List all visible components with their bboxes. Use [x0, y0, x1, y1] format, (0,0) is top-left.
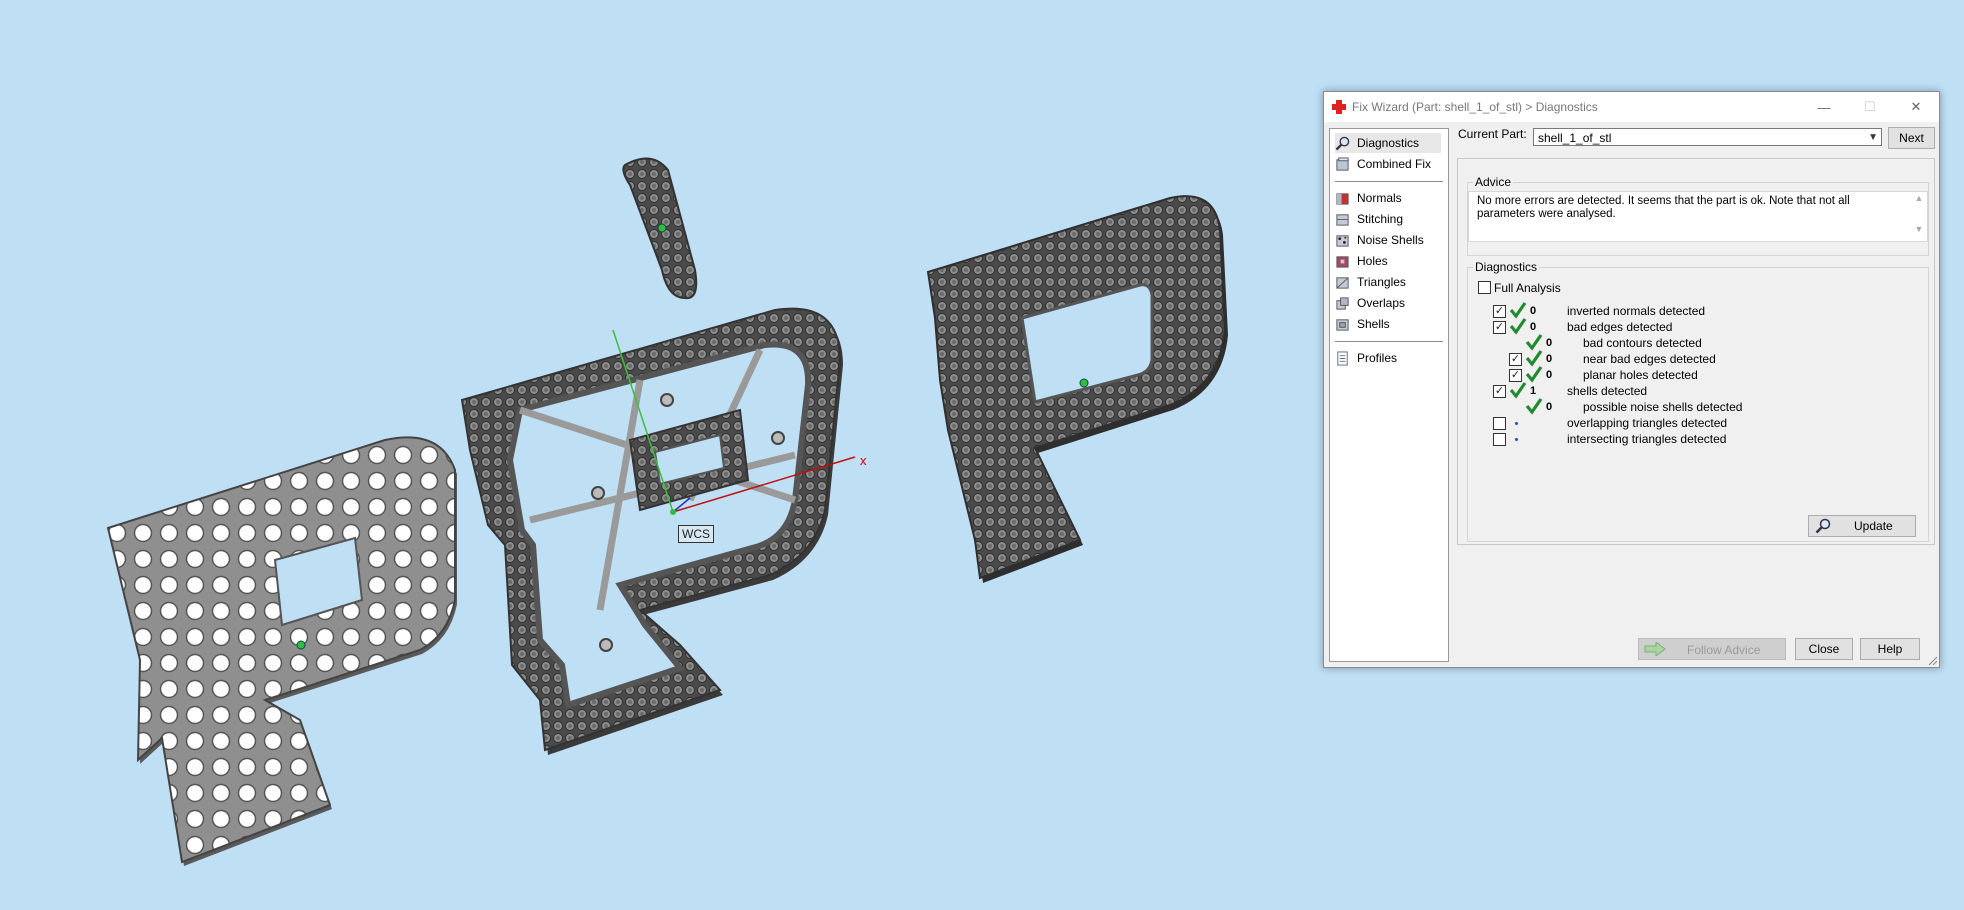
- dialog-title: Fix Wizard (Part: shell_1_of_stl) > Diag…: [1352, 100, 1598, 114]
- diagnostic-count: 0: [1546, 369, 1553, 381]
- diagnostic-label: shells detected: [1567, 384, 1648, 398]
- minimize-button[interactable]: —: [1801, 92, 1847, 122]
- diagnostic-label: planar holes detected: [1583, 368, 1698, 382]
- magnifier-icon: [1815, 518, 1831, 534]
- sidebar-divider: [1335, 341, 1443, 342]
- diagnostic-label: bad contours detected: [1583, 336, 1702, 350]
- close-window-button[interactable]: ✕: [1893, 92, 1939, 122]
- sidebar-item-shells[interactable]: Shells: [1335, 314, 1390, 334]
- diagnostic-checkbox[interactable]: ✓: [1509, 353, 1522, 366]
- sidebar-item-overlaps[interactable]: Overlaps: [1335, 293, 1405, 313]
- cube-icon: [1336, 156, 1349, 171]
- follow-advice-label: Follow Advice: [1687, 643, 1761, 657]
- diagnostic-count: 0: [1546, 353, 1553, 365]
- sidebar-item-label: Normals: [1357, 191, 1402, 205]
- update-label: Update: [1854, 519, 1893, 533]
- chevron-down-icon: ▼: [1868, 132, 1878, 143]
- diagnostic-count: 0: [1546, 401, 1553, 413]
- sidebar-item-label: Profiles: [1357, 351, 1398, 365]
- sidebar-item-profiles[interactable]: Profiles: [1335, 348, 1397, 368]
- next-button[interactable]: Next: [1888, 127, 1935, 149]
- advice-text-line: parameters were analysed.: [1477, 208, 1616, 220]
- beaded-p-model[interactable]: [926, 195, 1228, 584]
- maximize-button[interactable]: ☐: [1847, 92, 1893, 122]
- holes-icon: [1336, 255, 1349, 268]
- diagnostics-title: Diagnostics: [1473, 260, 1540, 274]
- app-cross-icon: [1332, 100, 1346, 114]
- sidebar-item-combined-fix[interactable]: Combined Fix: [1335, 154, 1431, 174]
- scroll-up-icon: ▲: [1914, 193, 1924, 203]
- fix-wizard-dialog: Fix Wizard (Part: shell_1_of_stl) > Diag…: [1323, 91, 1940, 668]
- stitching-icon: [1336, 213, 1349, 226]
- sidebar-item-label: Combined Fix: [1357, 157, 1432, 171]
- overlaps-icon: [1336, 296, 1349, 310]
- diagnostic-checkbox[interactable]: [1493, 417, 1506, 430]
- diagnostic-checkbox[interactable]: ✓: [1493, 385, 1506, 398]
- sidebar-item-normals[interactable]: Normals: [1335, 188, 1402, 208]
- diagnostic-count: 0: [1530, 321, 1537, 333]
- sidebar-item-label: Noise Shells: [1357, 233, 1424, 247]
- sidebar-item-label: Overlaps: [1357, 296, 1406, 310]
- hex-p-model[interactable]: [106, 436, 457, 866]
- diagnostics-group: Diagnostics Full Analysis ✓ 0 inverted norm…: [1467, 260, 1929, 542]
- diagnostic-label: bad edges detected: [1567, 320, 1673, 334]
- resize-grip-icon[interactable]: [1927, 655, 1937, 665]
- normals-icon: [1336, 192, 1349, 205]
- sidebar-item-noise-shells[interactable]: Noise Shells: [1335, 230, 1424, 250]
- sidebar-item-holes[interactable]: Holes: [1335, 251, 1388, 271]
- wcs-label: WCS: [678, 525, 714, 543]
- sidebar-item-label: Holes: [1357, 254, 1388, 268]
- green-check-icon: [1525, 366, 1543, 383]
- arrow-right-icon: [1644, 642, 1666, 656]
- advice-text-line: No more errors are detected. It seems th…: [1477, 195, 1850, 207]
- sidebar-divider: [1335, 181, 1443, 182]
- diagnostic-label: inverted normals detected: [1567, 304, 1706, 318]
- current-part-dropdown[interactable]: shell_1_of_stl ▼: [1533, 128, 1882, 146]
- close-button[interactable]: Close: [1795, 638, 1853, 660]
- advice-scrollbar[interactable]: ▲ ▼: [1912, 192, 1926, 240]
- noise-shells-icon: [1336, 234, 1349, 247]
- diagnostic-count: 0: [1546, 337, 1553, 349]
- current-part-value: shell_1_of_stl: [1538, 131, 1612, 145]
- diagnostic-checkbox[interactable]: ✓: [1493, 305, 1506, 318]
- current-part-label: Current Part:: [1458, 127, 1527, 141]
- diagnostic-label: near bad edges detected: [1583, 352, 1716, 366]
- sidebar-item-diagnostics[interactable]: Diagnostics: [1335, 133, 1441, 153]
- status-dot-icon: [1515, 438, 1518, 441]
- sidebar-item-label: Shells: [1357, 317, 1390, 331]
- x-axis-label: x: [860, 453, 867, 468]
- follow-advice-button[interactable]: Follow Advice: [1638, 638, 1786, 660]
- full-analysis-label: Full Analysis: [1494, 281, 1561, 295]
- advice-group: Advice No more errors are detected. It s…: [1467, 175, 1929, 256]
- frame-p-model[interactable]: [460, 157, 856, 755]
- sidebar-item-label: Diagnostics: [1357, 136, 1420, 150]
- diagnostic-label: overlapping triangles detected: [1567, 416, 1728, 430]
- update-button[interactable]: Update: [1808, 515, 1916, 537]
- sidebar-item-label: Stitching: [1357, 212, 1404, 226]
- sidebar-item-label: Triangles: [1357, 275, 1406, 289]
- sidebar-item-stitching[interactable]: Stitching: [1335, 209, 1403, 229]
- diagnostics-panel: Advice No more errors are detected. It s…: [1457, 158, 1935, 545]
- diagnostic-checkbox[interactable]: ✓: [1493, 321, 1506, 334]
- diagnostic-label: intersecting triangles detected: [1567, 432, 1727, 446]
- green-check-icon: [1525, 398, 1543, 415]
- shells-icon: [1336, 318, 1349, 331]
- wizard-sidebar: Diagnostics Combined Fix Normals Stitchi…: [1329, 128, 1449, 662]
- dialog-titlebar[interactable]: Fix Wizard (Part: shell_1_of_stl) > Diag…: [1324, 92, 1939, 122]
- full-analysis-checkbox[interactable]: [1478, 281, 1491, 294]
- sidebar-item-triangles[interactable]: Triangles: [1335, 272, 1406, 292]
- diagnostic-count: 1: [1530, 385, 1537, 397]
- scroll-down-icon: ▼: [1914, 224, 1924, 234]
- document-icon: [1337, 350, 1348, 366]
- advice-text-box: No more errors are detected. It seems th…: [1468, 191, 1928, 242]
- diagnostic-label: possible noise shells detected: [1583, 400, 1743, 414]
- status-dot-icon: [1515, 422, 1518, 425]
- advice-title: Advice: [1473, 175, 1514, 189]
- diagnostic-count: 0: [1530, 305, 1537, 317]
- triangles-icon: [1336, 276, 1349, 289]
- help-button[interactable]: Help: [1860, 638, 1920, 660]
- diagnostic-checkbox[interactable]: [1493, 433, 1506, 446]
- magnifier-icon: [1335, 136, 1350, 150]
